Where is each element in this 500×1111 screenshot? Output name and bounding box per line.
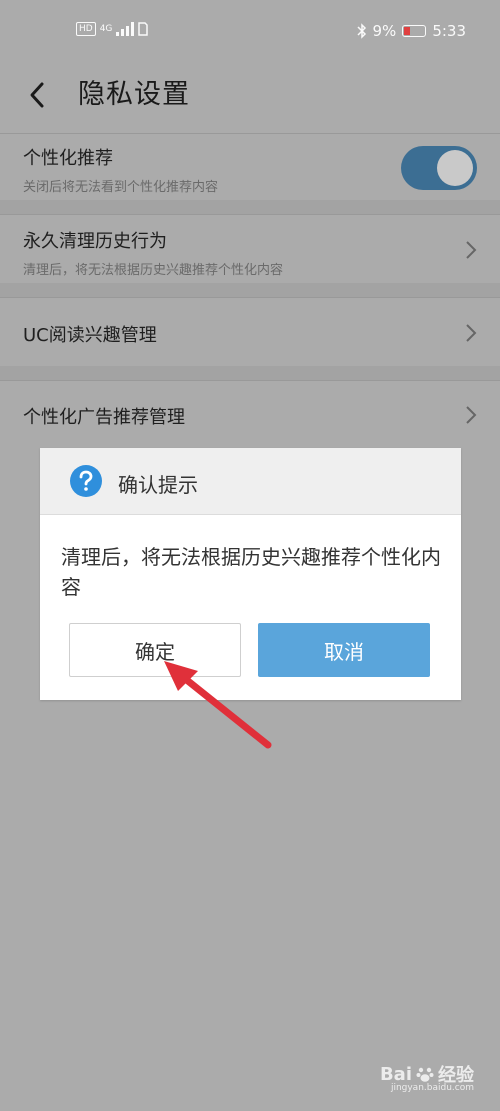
setting-subtitle: 关闭后将无法看到个性化推荐内容 [23,180,219,195]
status-bar: HD 4G 9% 5:33 [0,0,500,60]
dialog-header: 确认提示 [40,448,461,515]
page-header: 隐私设置 [0,60,500,132]
section-gap [0,283,500,297]
baidu-watermark: Bai 经验 jingyan.baidu.com [344,1061,474,1097]
clock: 5:33 [432,22,466,40]
chevron-right-icon [466,406,477,424]
section-gap [0,366,500,380]
setting-title: 个性化广告推荐管理 [23,407,185,428]
watermark-url: jingyan.baidu.com [390,1083,474,1093]
status-right: 9% 5:33 [356,22,466,40]
page-title: 隐私设置 [78,79,190,110]
chevron-right-icon [466,241,477,259]
cancel-button[interactable]: 取消 [258,623,430,677]
back-arrow-icon[interactable] [22,70,52,120]
network-type: 4G [99,24,113,34]
sim-icon [138,22,149,36]
setting-clear-history[interactable]: 永久清理历史行为 清理后，将无法根据历史兴趣推荐个性化内容 [0,215,500,283]
paw-icon [416,1067,434,1082]
setting-subtitle: 清理后，将无法根据历史兴趣推荐个性化内容 [23,263,284,278]
personalized-recommendation-toggle[interactable] [401,146,477,190]
annotation-arrow-icon [164,661,272,749]
chevron-right-icon [466,324,477,342]
battery-percent: 9% [372,22,397,40]
battery-icon [402,25,427,37]
dialog-title: 确认提示 [118,473,198,497]
bluetooth-icon [356,23,366,39]
setting-personalized-ad[interactable]: 个性化广告推荐管理 [0,381,500,449]
dialog-message: 清理后，将无法根据历史兴趣推荐个性化内容 [61,545,441,599]
section-gap [0,200,500,214]
toggle-knob [437,150,473,186]
setting-uc-reading-interest[interactable]: UC阅读兴趣管理 [0,298,500,368]
hd-badge: HD [76,22,96,36]
setting-title: UC阅读兴趣管理 [23,325,157,346]
status-left: HD 4G [76,22,149,36]
setting-title: 永久清理历史行为 [23,231,167,252]
signal-icon [116,22,135,36]
help-circle-icon [70,465,102,497]
watermark-brand-text: Bai [379,1063,412,1085]
setting-title: 个性化推荐 [23,148,113,169]
